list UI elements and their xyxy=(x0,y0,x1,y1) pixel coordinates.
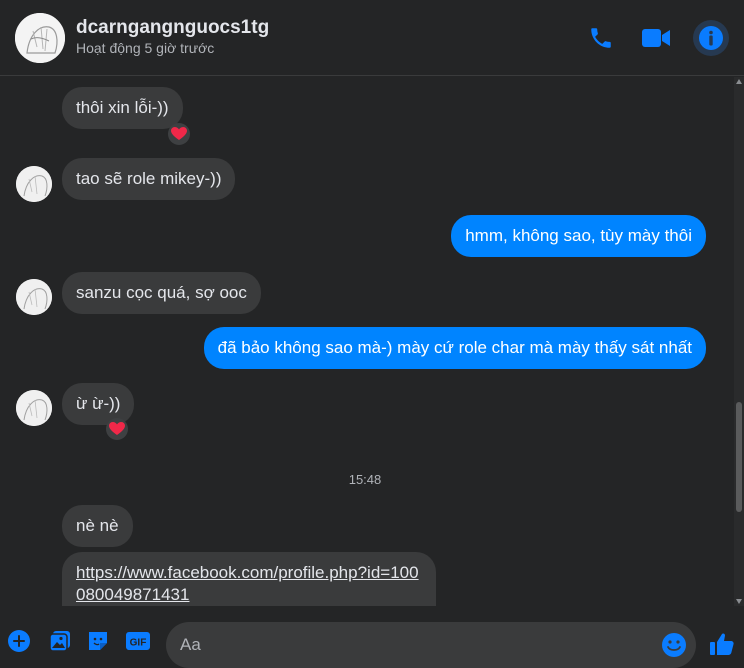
phone-icon[interactable] xyxy=(585,22,617,54)
conversation-header: dcarngangnguocs1tg Hoạt động 5 giờ trước xyxy=(0,0,744,76)
contact-name[interactable]: dcarngangnguocs1tg xyxy=(76,17,269,39)
link-message[interactable]: https://www.facebook.com/profile.php?id=… xyxy=(62,552,436,606)
message-timestamp: 15:48 xyxy=(348,472,382,487)
scroll-up-arrow[interactable] xyxy=(736,79,742,84)
photo-icon[interactable] xyxy=(47,628,73,654)
svg-text:GIF: GIF xyxy=(130,638,147,649)
info-icon[interactable] xyxy=(693,20,729,56)
message-bubble-incoming[interactable]: sanzu cọc quá, sợ ooc xyxy=(62,272,261,314)
emoji-icon[interactable] xyxy=(660,631,688,659)
sticker-icon[interactable] xyxy=(85,628,111,654)
message-thread[interactable]: thôi xin lỗi-)) tao sẽ role mikey-)) hmm… xyxy=(0,77,734,606)
message-bubble-incoming[interactable]: ừ ừ-)) xyxy=(62,383,135,425)
heart-reaction-icon[interactable] xyxy=(106,418,128,440)
message-bubble-incoming[interactable]: tao sẽ role mikey-)) xyxy=(62,158,236,200)
sender-avatar[interactable] xyxy=(16,166,52,202)
plus-icon[interactable] xyxy=(6,628,32,654)
message-input[interactable] xyxy=(180,622,650,668)
active-status: Hoạt động 5 giờ trước xyxy=(76,40,215,56)
message-bubble-incoming[interactable]: nè nè xyxy=(62,505,133,547)
heart-reaction-icon[interactable] xyxy=(168,123,190,145)
contact-avatar[interactable] xyxy=(15,13,65,63)
gif-icon[interactable]: GIF xyxy=(125,628,151,654)
like-icon[interactable] xyxy=(708,630,736,658)
scroll-down-arrow[interactable] xyxy=(736,599,742,604)
sender-avatar[interactable] xyxy=(16,279,52,315)
thread-scrollbar[interactable] xyxy=(734,77,744,606)
sender-avatar[interactable] xyxy=(16,390,52,426)
message-input-wrapper[interactable] xyxy=(166,622,696,668)
message-bubble-outgoing[interactable]: đã bảo không sao mà-) mày cứ role char m… xyxy=(203,327,706,369)
scrollbar-thumb[interactable] xyxy=(736,402,742,512)
video-camera-icon[interactable] xyxy=(640,22,672,54)
message-bubble-incoming[interactable]: thôi xin lỗi-)) xyxy=(62,87,183,129)
message-bubble-outgoing[interactable]: hmm, không sao, tùy mày thôi xyxy=(451,215,706,257)
